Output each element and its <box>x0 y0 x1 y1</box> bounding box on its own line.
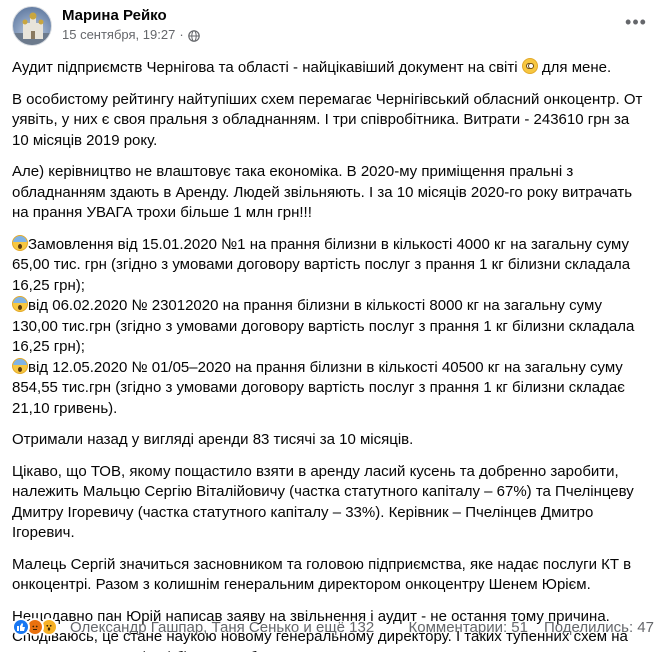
post-stats: Комментарии: 51 Поделились: 47 <box>409 619 655 636</box>
post-footer: Олександр Гашпар, Таня Сенько и ещё 132 … <box>12 613 654 641</box>
post-header: Марина Рейко 15 сентября, 19:27 · ••• <box>12 0 654 58</box>
comments-count[interactable]: Комментарии: 51 <box>409 619 529 636</box>
post-body: Аудит підприємств Чернігова та області -… <box>12 58 654 652</box>
post-meta: Марина Рейко 15 сентября, 19:27 · <box>62 6 200 44</box>
reacted-by-text[interactable]: Олександр Гашпар, Таня Сенько и ещё 132 <box>70 619 374 636</box>
post-timestamp[interactable]: 15 сентября, 19:27 <box>62 26 175 44</box>
list-item-text: від 12.05.2020 № 01/05–2020 на прання бі… <box>12 358 625 417</box>
like-reaction-icon <box>12 618 30 636</box>
paragraph-3: Але) керівництво не влаштовує така еконо… <box>12 163 633 221</box>
post-subline: 15 сентября, 19:27 · <box>62 26 200 44</box>
flushed-face-icon <box>521 58 538 74</box>
screaming-face-icon <box>12 357 28 374</box>
list-item: від 06.02.2020 № 23012020 на прання біли… <box>12 296 648 358</box>
paragraph-5: Отримали назад у вигляді аренди 83 тисяч… <box>12 431 414 448</box>
screaming-face-icon <box>12 296 28 312</box>
more-options-button[interactable]: ••• <box>620 8 652 36</box>
list-item-text: Замовлення від 15.01.2020 №1 на прання б… <box>12 235 631 294</box>
list-item: від 12.05.2020 № 01/05–2020 на прання бі… <box>12 357 648 420</box>
screaming-face-icon <box>12 234 28 251</box>
paragraph-2: В особистому рейтингу найтупіших схем пе… <box>12 90 643 149</box>
paragraph-1: Аудит підприємств Чернігова та області -… <box>12 58 648 79</box>
church-photo-icon <box>13 12 51 45</box>
list-item: Замовлення від 15.01.2020 №1 на прання б… <box>12 234 648 297</box>
list-item-text: від 06.02.2020 № 23012020 на прання біли… <box>12 297 635 355</box>
author-avatar[interactable] <box>12 6 52 46</box>
more-horizontal-icon: ••• <box>625 11 647 32</box>
paragraph-6: Цікаво, що ТОВ, якому пощастило взяти в … <box>12 462 634 542</box>
paragraph-7: Малець Сергій значиться засновником та г… <box>12 555 632 594</box>
separator-dot: · <box>179 27 184 42</box>
facebook-post: Марина Рейко 15 сентября, 19:27 · ••• Ау… <box>0 0 666 652</box>
author-name[interactable]: Марина Рейко <box>62 6 200 26</box>
orders-list: Замовлення від 15.01.2020 №1 на прання б… <box>12 234 648 420</box>
paragraph-1-text: Аудит підприємств Чернігова та області -… <box>12 59 518 76</box>
reactions-summary[interactable] <box>12 618 58 636</box>
paragraph-1-suffix: для мене. <box>537 59 612 76</box>
shares-count[interactable]: Поделились: 47 <box>544 619 654 636</box>
globe-icon <box>187 29 200 42</box>
